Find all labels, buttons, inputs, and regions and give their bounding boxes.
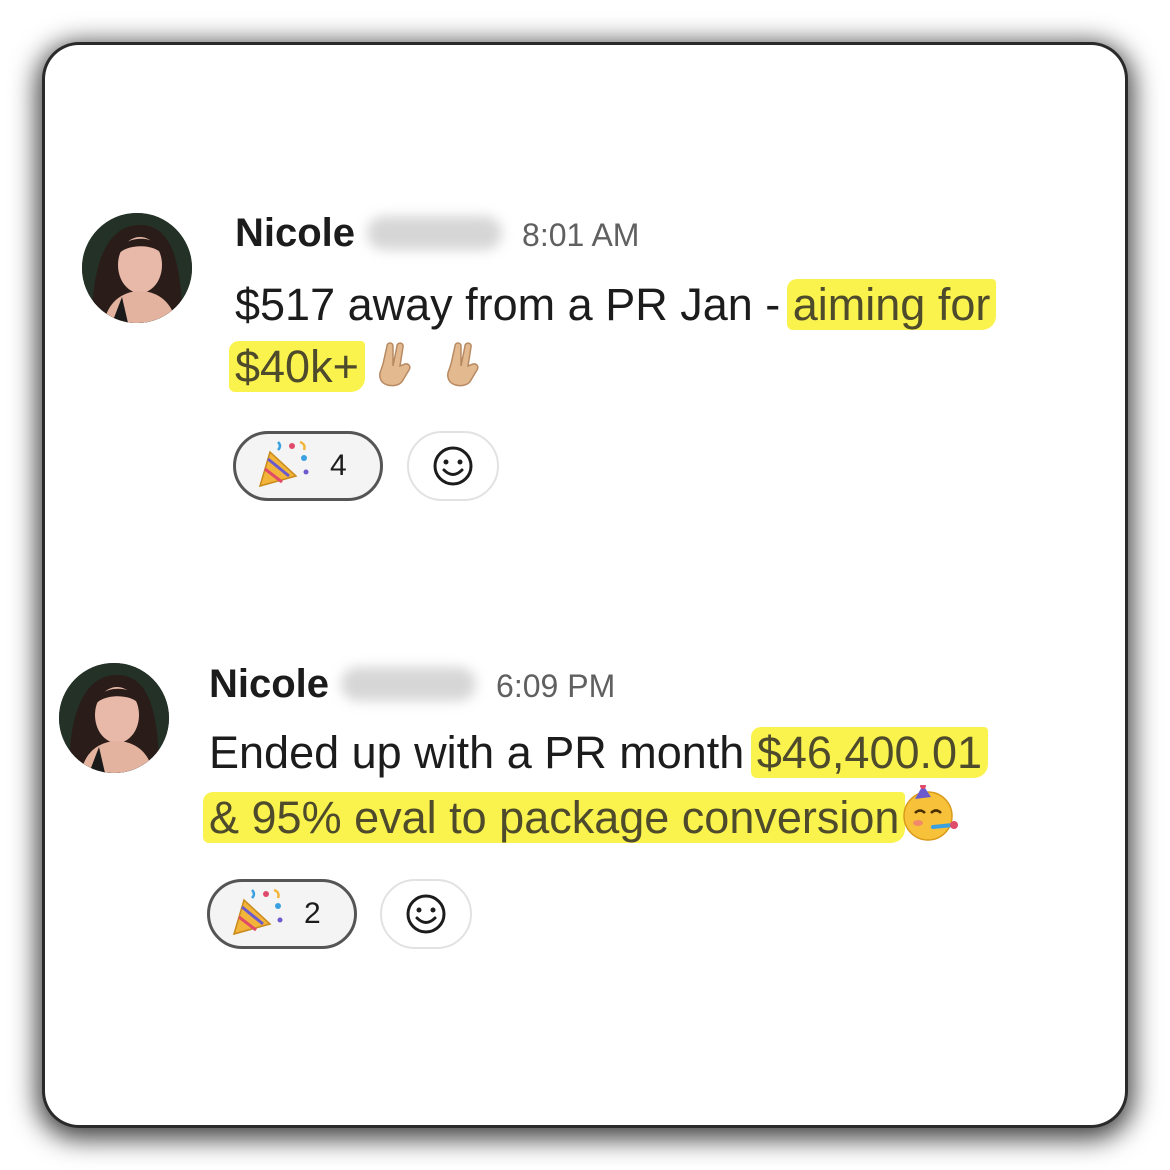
avatar[interactable]: [59, 663, 169, 773]
message-header: Nicole 8:01 AM: [235, 211, 639, 256]
avatar[interactable]: [82, 213, 192, 323]
reaction-pill[interactable]: 4: [233, 431, 383, 501]
reaction-pill[interactable]: 2: [207, 879, 357, 949]
highlighted-text: aiming for: [786, 279, 997, 330]
message-text-line-2: & 95% eval to package conversion: [203, 783, 959, 848]
reaction-count: 4: [330, 449, 347, 482]
timestamp[interactable]: 6:09 PM: [496, 668, 615, 705]
avatar-photo-icon: [59, 663, 169, 773]
message-text-line-2: $40k+: [229, 337, 485, 397]
author-name[interactable]: Nicole: [235, 211, 355, 256]
message-text-line-1: $517 away from a PR Jan - aiming for: [235, 275, 997, 335]
message-text: Ended up with a PR month: [209, 727, 757, 778]
party-popper-icon: [230, 886, 286, 943]
crossed-fingers-icon: [441, 340, 485, 388]
partying-face-icon: [901, 783, 959, 843]
highlighted-text: & 95% eval to package conversion: [203, 792, 906, 843]
screenshot-frame: Nicole 8:01 AM $517 away from a PR Jan -…: [0, 0, 1170, 1170]
smiley-icon: [433, 446, 473, 486]
highlighted-text: $46,400.01: [750, 727, 989, 778]
smiley-icon: [406, 894, 446, 934]
add-reaction-button[interactable]: [380, 879, 472, 949]
author-name[interactable]: Nicole: [209, 662, 329, 707]
crossed-fingers-icon: [373, 340, 417, 388]
add-reaction-button[interactable]: [407, 431, 499, 501]
avatar-photo-icon: [82, 213, 192, 323]
message-text-line-1: Ended up with a PR month $46,400.01: [209, 723, 989, 783]
message-card: Nicole 8:01 AM $517 away from a PR Jan -…: [45, 45, 1125, 1125]
timestamp[interactable]: 8:01 AM: [522, 217, 639, 254]
highlighted-text: $40k+: [229, 341, 365, 392]
reaction-count: 2: [304, 897, 321, 930]
blurred-last-name: [341, 667, 477, 701]
party-popper-icon: [256, 438, 312, 495]
blurred-last-name: [367, 216, 503, 250]
message-header: Nicole 6:09 PM: [209, 662, 615, 707]
message-text: $517 away from a PR Jan -: [235, 279, 793, 330]
